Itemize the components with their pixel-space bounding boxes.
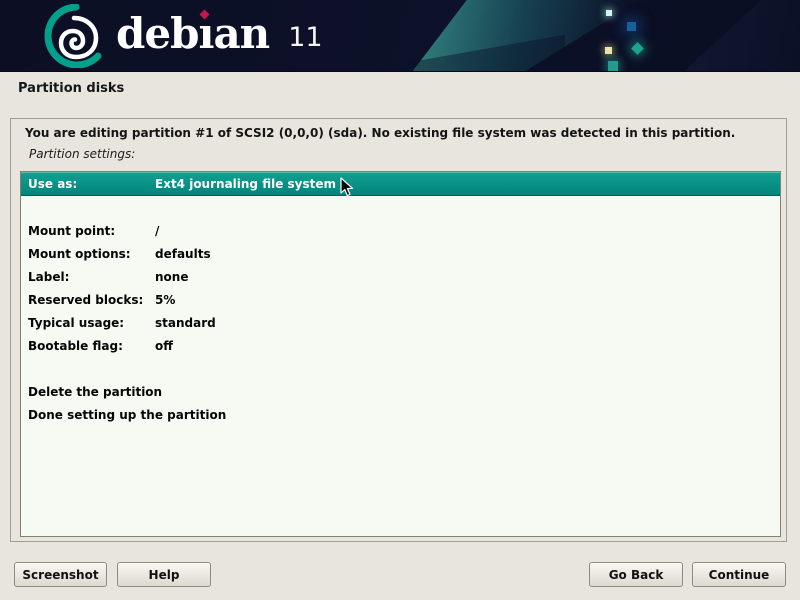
list-item-label: Typical usage: <box>21 316 155 330</box>
partition-info-panel: You are editing partition #1 of SCSI2 (0… <box>10 118 787 542</box>
list-item-value: standard <box>155 316 216 330</box>
deco-square-blue <box>627 22 636 31</box>
red-diamond-dot <box>200 10 210 20</box>
list-item[interactable]: Mount options:defaults <box>21 242 780 265</box>
list-item-label: Done setting up the partition <box>21 408 155 422</box>
deco-square-teal <box>608 61 618 71</box>
list-item-label: Bootable flag: <box>21 339 155 353</box>
debian-swirl-logo <box>42 4 106 68</box>
list-item[interactable]: Typical usage:standard <box>21 311 780 334</box>
list-item[interactable]: Bootable flag:off <box>21 334 780 357</box>
list-item <box>21 196 780 219</box>
installer-banner: debıan 11 <box>0 0 800 72</box>
screenshot-button[interactable]: Screenshot <box>14 562 107 587</box>
settings-listbox: Use as:Ext4 journaling file system Mount … <box>20 171 781 537</box>
list-item <box>21 357 780 380</box>
list-item-value: none <box>155 270 188 284</box>
mouse-arrow-cursor <box>340 177 354 197</box>
banner-diagonal-band <box>638 0 800 72</box>
list-item[interactable]: Use as:Ext4 journaling file system <box>21 172 780 196</box>
deco-diamond-teal <box>631 42 644 55</box>
brand-version: 11 <box>288 22 322 53</box>
list-item-label: Label: <box>21 270 155 284</box>
list-item-label: Use as: <box>21 177 155 191</box>
list-item-value: / <box>155 224 159 238</box>
list-item-value: Ext4 journaling file system <box>155 177 336 191</box>
list-item-label: Mount options: <box>21 247 155 261</box>
list-item-label: Reserved blocks: <box>21 293 155 307</box>
list-item-value: defaults <box>155 247 211 261</box>
list-item[interactable]: Delete the partition <box>21 380 780 403</box>
partition-settings-label: Partition settings: <box>29 147 135 161</box>
info-message: You are editing partition #1 of SCSI2 (0… <box>25 126 770 140</box>
go-back-button[interactable]: Go Back <box>589 562 683 587</box>
list-item[interactable]: Mount point:/ <box>21 219 780 242</box>
list-item-value: off <box>155 339 173 353</box>
list-item-label: Delete the partition <box>21 385 155 399</box>
help-button[interactable]: Help <box>117 562 211 587</box>
list-item[interactable]: Done setting up the partition <box>21 403 780 426</box>
list-item-value: 5% <box>155 293 175 307</box>
list-item-label: Mount point: <box>21 224 155 238</box>
brand-text: debıan <box>116 13 269 55</box>
deco-square-yellow <box>605 47 612 54</box>
continue-button[interactable]: Continue <box>692 562 786 587</box>
list-item[interactable]: Label:none <box>21 265 780 288</box>
list-item[interactable]: Reserved blocks:5% <box>21 288 780 311</box>
deco-square-white <box>606 10 612 16</box>
page-title: Partition disks <box>18 81 124 96</box>
